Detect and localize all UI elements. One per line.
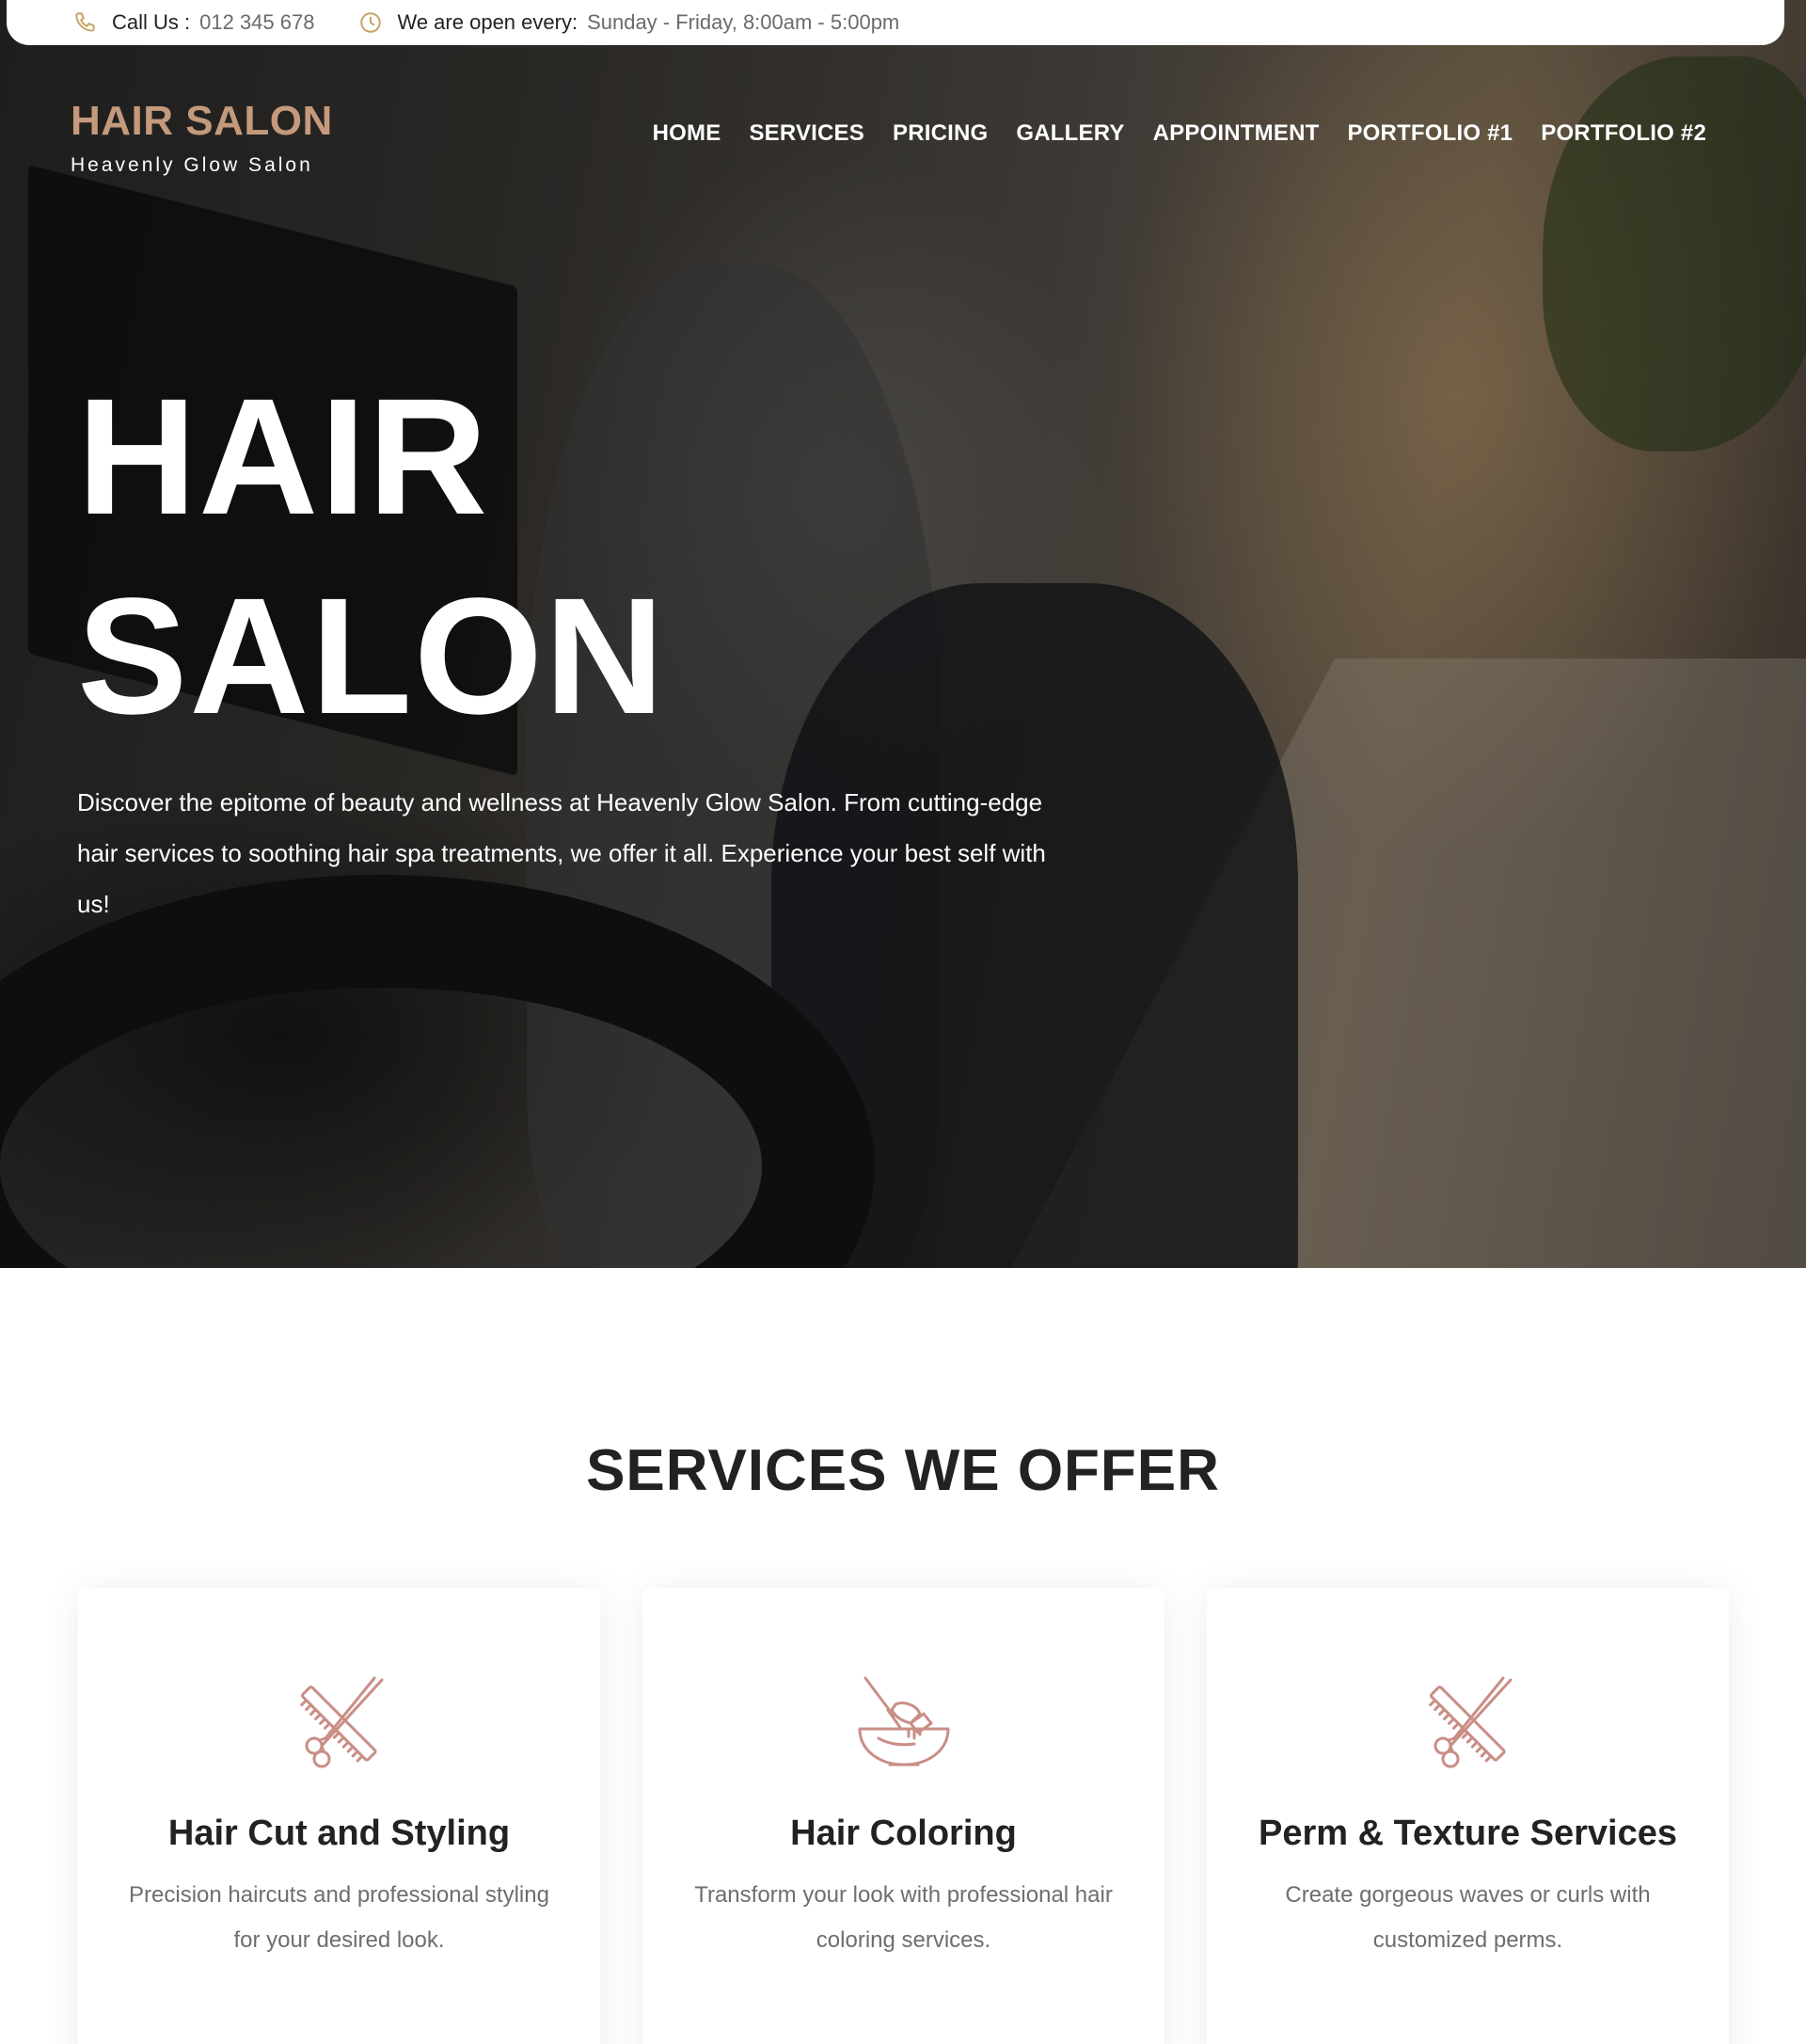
phone-label: Call Us :: [112, 10, 191, 34]
hero-description: Discover the epitome of beauty and welln…: [77, 788, 1046, 918]
service-card-coloring[interactable]: Hair Coloring Transform your look with p…: [642, 1588, 1164, 2044]
scissors-comb-icon: [299, 1676, 383, 1768]
hero-section: HAIR SALON Heavenly Glow Salon HOME SERV…: [0, 0, 1806, 1268]
services-cards: Hair Cut and Styling Precision haircuts …: [78, 1588, 1729, 2044]
nav-portfolio-2[interactable]: PORTFOLIO #2: [1541, 120, 1706, 147]
hours-label: We are open every:: [397, 10, 578, 34]
service-title: Hair Cut and Styling: [167, 1814, 511, 1853]
hero-title-line1: HAIR: [77, 365, 490, 549]
hours-info: We are open every: Sunday - Friday, 8:00…: [357, 9, 899, 36]
hero-title-line2: SALON: [77, 564, 666, 749]
nav-gallery[interactable]: GALLERY: [1016, 120, 1124, 147]
phone-info[interactable]: Call Us : 012 345 678: [72, 9, 314, 36]
nav-portfolio-1[interactable]: PORTFOLIO #1: [1347, 120, 1513, 147]
nav-services[interactable]: SERVICES: [749, 120, 864, 147]
top-info-bar: Call Us : 012 345 678 We are open every:…: [7, 0, 1784, 45]
services-heading: SERVICES WE OFFER: [586, 1438, 1220, 1503]
service-description: Transform your look with professional ha…: [694, 1882, 1113, 1953]
hero-title: HAIR SALON: [77, 357, 666, 756]
service-card-perm[interactable]: Perm & Texture Services Create gorgeous …: [1207, 1588, 1729, 2044]
hair-dye-bowl-icon: [858, 1676, 949, 1767]
nav-appointment[interactable]: APPOINTMENT: [1153, 120, 1320, 147]
hours-value: Sunday - Friday, 8:00am - 5:00pm: [587, 10, 900, 34]
brand-title: HAIR SALON: [71, 98, 333, 144]
nav-pricing[interactable]: PRICING: [893, 120, 988, 147]
service-title: Perm & Texture Services: [1259, 1814, 1677, 1853]
nav-home[interactable]: HOME: [653, 120, 721, 147]
clock-icon: [357, 9, 384, 36]
main-nav: HOME SERVICES PRICING GALLERY APPOINTMEN…: [625, 120, 1706, 147]
service-description: Create gorgeous waves or curls with cust…: [1285, 1882, 1651, 1953]
scissors-comb-icon: [1428, 1676, 1512, 1768]
service-card-haircut[interactable]: Hair Cut and Styling Precision haircuts …: [78, 1588, 600, 2044]
brand-logo[interactable]: HAIR SALON Heavenly Glow Salon: [71, 98, 333, 177]
phone-icon: [72, 9, 99, 36]
phone-value[interactable]: 012 345 678: [199, 10, 314, 35]
service-title: Hair Coloring: [790, 1814, 1017, 1853]
brand-subtitle: Heavenly Glow Salon: [71, 154, 313, 176]
service-description: Precision haircuts and professional styl…: [129, 1882, 549, 1953]
